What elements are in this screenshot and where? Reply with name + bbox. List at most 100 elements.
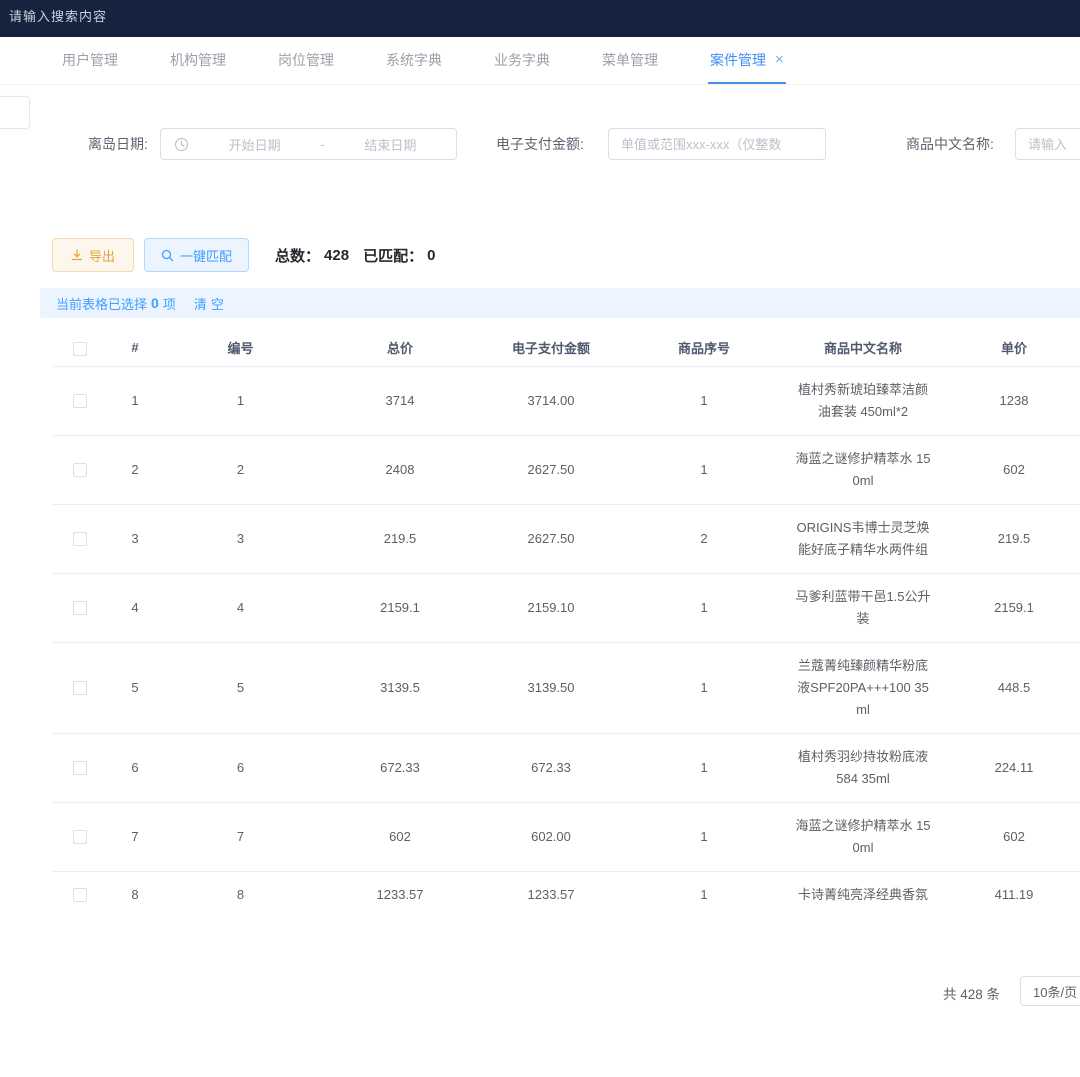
cell-seq: 1 [620, 642, 788, 733]
matched-label: 已匹配： [363, 245, 423, 266]
column-header: 编号 [163, 330, 318, 366]
cell-seq: 1 [620, 802, 788, 871]
cell-index: 3 [107, 504, 163, 573]
page-size-value: 10条/页 [1033, 982, 1077, 1001]
download-icon [71, 249, 83, 261]
cell-index: 2 [107, 435, 163, 504]
global-search-input[interactable]: 请输入搜索内容 [9, 6, 107, 25]
cell-index: 6 [107, 733, 163, 802]
matched-value: 0 [427, 247, 435, 264]
search-icon [161, 249, 174, 262]
cell-epay: 1233.57 [482, 871, 620, 905]
table-row: 33219.52627.502ORIGINS韦博士灵芝焕能好底子精华水两件组21… [52, 504, 1080, 573]
cell-total: 3714 [318, 366, 482, 435]
row-checkbox[interactable] [73, 532, 87, 546]
row-checkbox[interactable] [73, 888, 87, 902]
tab-2[interactable]: 机构管理 [168, 37, 228, 84]
cell-code: 2 [163, 435, 318, 504]
end-date-input[interactable]: 结束日期 [325, 135, 456, 154]
row-checkbox[interactable] [73, 601, 87, 615]
collapsed-panel[interactable] [0, 96, 30, 129]
column-header: # [107, 330, 163, 366]
cell-index: 7 [107, 802, 163, 871]
table-body: 1137143714.001植村秀新琥珀臻萃洁颜油套装 450ml*212382… [52, 366, 1080, 905]
cell-code: 5 [163, 642, 318, 733]
product-name-filter-label: 商品中文名称: [906, 128, 994, 160]
tab-label: 机构管理 [170, 50, 226, 70]
select-all-checkbox[interactable] [73, 342, 87, 356]
selection-info-bar: 当前表格已选择0项清空 [40, 288, 1080, 318]
cell-epay: 2627.50 [482, 504, 620, 573]
tab-4[interactable]: 系统字典 [384, 37, 444, 84]
cell-unit-price: 411.19 [938, 871, 1080, 905]
data-table: #编号总价电子支付金额商品序号商品中文名称单价 1137143714.001植村… [52, 330, 1080, 905]
cell-unit-price: 602 [938, 435, 1080, 504]
start-date-input[interactable]: 开始日期 [189, 135, 320, 154]
cell-index: 5 [107, 642, 163, 733]
close-icon[interactable]: × [775, 52, 784, 67]
match-counters: 总数：428 已匹配：0 [275, 245, 449, 266]
row-checkbox-cell [52, 733, 107, 802]
cell-seq: 1 [620, 366, 788, 435]
row-checkbox-cell [52, 366, 107, 435]
cell-product-name: 兰蔻菁纯臻颜精华粉底液SPF20PA+++100 35ml [788, 642, 938, 733]
row-checkbox[interactable] [73, 681, 87, 695]
cell-epay: 2627.50 [482, 435, 620, 504]
date-range-picker[interactable]: 开始日期 - 结束日期 [160, 128, 457, 160]
export-button[interactable]: 导出 [52, 238, 134, 272]
table-row: 2224082627.501海蓝之谜修护精萃水 150ml602 [52, 435, 1080, 504]
row-checkbox-cell [52, 573, 107, 642]
epay-filter-label: 电子支付金额: [496, 128, 584, 160]
row-checkbox-cell [52, 435, 107, 504]
column-header: 单价 [938, 330, 1080, 366]
cell-code: 4 [163, 573, 318, 642]
product-name-input[interactable] [1016, 129, 1080, 159]
row-checkbox[interactable] [73, 394, 87, 408]
table-row: 881233.571233.571卡诗菁纯亮泽经典香氛411.19 [52, 871, 1080, 905]
cell-total: 3139.5 [318, 642, 482, 733]
tab-bar: 用户管理 机构管理 岗位管理 系统字典 业务字典 菜单管理 案件管理× [0, 37, 1080, 85]
cell-product-name: 海蓝之谜修护精萃水 150ml [788, 435, 938, 504]
cell-product-name: 卡诗菁纯亮泽经典香氛 [788, 871, 938, 905]
cell-seq: 1 [620, 573, 788, 642]
cell-total: 2159.1 [318, 573, 482, 642]
clear-selection-link[interactable]: 清空 [194, 294, 228, 313]
total-value: 428 [324, 247, 349, 264]
cell-product-name: ORIGINS韦博士灵芝焕能好底子精华水两件组 [788, 504, 938, 573]
cell-seq: 2 [620, 504, 788, 573]
cell-epay: 3139.50 [482, 642, 620, 733]
table-row: 553139.53139.501兰蔻菁纯臻颜精华粉底液SPF20PA+++100… [52, 642, 1080, 733]
tab-3[interactable]: 岗位管理 [276, 37, 336, 84]
cell-total: 2408 [318, 435, 482, 504]
tab-5[interactable]: 业务字典 [492, 37, 552, 84]
cell-unit-price: 2159.1 [938, 573, 1080, 642]
cell-epay: 3714.00 [482, 366, 620, 435]
row-checkbox-cell [52, 802, 107, 871]
tab-7[interactable]: 案件管理× [708, 37, 786, 84]
cell-epay: 2159.10 [482, 573, 620, 642]
epay-amount-input[interactable] [609, 129, 825, 159]
table-row: 66672.33672.331植村秀羽纱持妆粉底液 584 35ml224.11 [52, 733, 1080, 802]
cell-code: 1 [163, 366, 318, 435]
selection-prefix: 当前表格已选择 [56, 294, 147, 313]
cell-seq: 1 [620, 435, 788, 504]
header-checkbox-cell [52, 330, 107, 366]
selection-suffix: 项 [163, 294, 176, 313]
cell-unit-price: 1238 [938, 366, 1080, 435]
cell-epay: 602.00 [482, 802, 620, 871]
one-click-match-button[interactable]: 一键匹配 [144, 238, 249, 272]
row-checkbox[interactable] [73, 761, 87, 775]
tab-1[interactable]: 用户管理 [60, 37, 120, 84]
cell-unit-price: 448.5 [938, 642, 1080, 733]
tab-6[interactable]: 菜单管理 [600, 37, 660, 84]
total-label: 总数： [275, 245, 320, 266]
cell-unit-price: 602 [938, 802, 1080, 871]
row-checkbox[interactable] [73, 463, 87, 477]
row-checkbox[interactable] [73, 830, 87, 844]
tab-label: 系统字典 [386, 50, 442, 70]
page-size-select[interactable]: 10条/页 [1020, 976, 1080, 1006]
epay-input-wrap [608, 128, 826, 160]
cell-code: 8 [163, 871, 318, 905]
cell-total: 672.33 [318, 733, 482, 802]
cell-seq: 1 [620, 733, 788, 802]
